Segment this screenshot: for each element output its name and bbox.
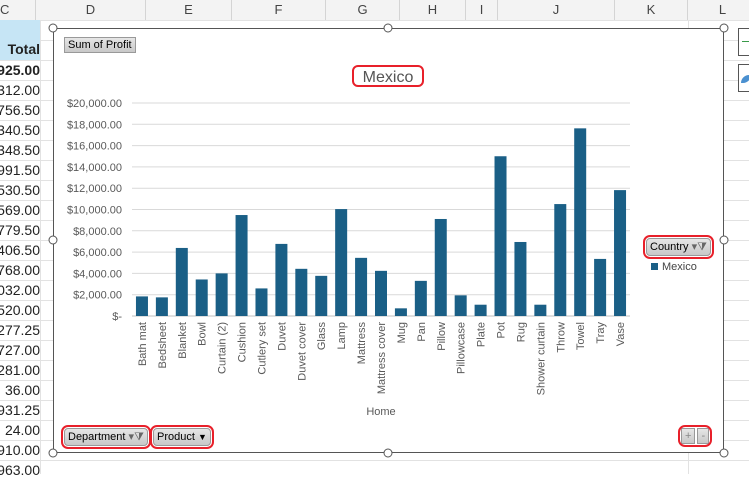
x-tick-label: Curtain (2) <box>217 322 229 374</box>
resize-handle-top-left[interactable] <box>48 23 58 33</box>
zoom-buttons: + - <box>677 425 713 447</box>
y-tick-label: $6,000.00 <box>73 247 122 259</box>
bar-glass[interactable] <box>315 275 328 316</box>
x-tick-label: Tray <box>595 322 607 344</box>
legend-swatch <box>651 263 658 270</box>
resize-handle-left[interactable] <box>48 235 58 245</box>
legend-label: Mexico <box>662 261 697 273</box>
bar-tray[interactable] <box>594 258 607 316</box>
x-tick-label: Mattress <box>356 322 368 365</box>
x-tick-label: Rug <box>515 322 527 342</box>
x-tick-label: Shower curtain <box>535 322 547 395</box>
bar-vase[interactable] <box>614 190 627 316</box>
bar-mattress-cover[interactable] <box>375 270 387 316</box>
bar-plate[interactable] <box>474 304 487 316</box>
y-tick-label: $14,000.00 <box>67 162 122 174</box>
filter-icon: ▾⧩ <box>128 431 144 443</box>
plot-area: $- $2,000.00 $4,000.00 $6,000.00 $8,000.00 $1… <box>67 98 630 418</box>
expand-button[interactable]: + <box>681 428 696 444</box>
resize-handle-top[interactable] <box>383 23 393 33</box>
bar-curtain-2-[interactable] <box>215 273 228 316</box>
department-label: Department <box>68 431 126 443</box>
bar-shower-curtain[interactable] <box>534 304 547 316</box>
x-tick-label: Pillow <box>436 322 448 351</box>
bar-bath-mat[interactable] <box>135 296 148 316</box>
collapse-button[interactable]: - <box>697 428 710 444</box>
x-axis-title: Home <box>366 406 395 418</box>
country-field-button[interactable]: Country ▾⧩ <box>643 235 714 259</box>
bar-towel[interactable] <box>574 128 587 316</box>
x-tick-label: Plate <box>476 322 488 347</box>
x-tick-label: Pan <box>416 322 428 342</box>
bar-bowl[interactable] <box>195 279 208 316</box>
country-label: Country <box>650 241 689 253</box>
x-tick-label: Duvet <box>276 322 288 351</box>
x-tick-label: Mug <box>396 322 408 343</box>
x-tick-label: Glass <box>316 322 328 351</box>
y-tick-label: $- <box>112 311 122 323</box>
dropdown-icon: ▼ <box>197 432 207 442</box>
product-label: Product <box>157 431 195 443</box>
bar-pan[interactable] <box>414 280 427 316</box>
x-tick-label: Mattress cover <box>376 322 388 394</box>
bar-lamp[interactable] <box>335 209 348 316</box>
x-tick-label: Lamp <box>336 322 348 350</box>
bar-cutlery-set[interactable] <box>255 288 268 316</box>
bar-blanket[interactable] <box>175 247 188 316</box>
y-tick-label: $18,000.00 <box>67 119 122 131</box>
y-tick-label: $20,000.00 <box>67 98 122 110</box>
x-tick-label: Bowl <box>197 322 209 346</box>
x-tick-label: Cushion <box>237 322 249 362</box>
y-tick-label: $8,000.00 <box>73 226 122 238</box>
x-tick-label: Pillowcase <box>456 322 468 374</box>
y-tick-label: $12,000.00 <box>67 183 122 195</box>
bar-pillowcase[interactable] <box>454 295 467 316</box>
bar-bedsheet[interactable] <box>155 297 168 316</box>
bar-pillow[interactable] <box>434 218 447 316</box>
bar-pot[interactable] <box>494 156 507 316</box>
bar-duvet[interactable] <box>275 243 288 316</box>
x-tick-label: Duvet cover <box>296 322 308 381</box>
x-tick-label: Bedsheet <box>157 322 169 368</box>
resize-handle-bottom-right[interactable] <box>719 448 729 458</box>
resize-handle-bottom-left[interactable] <box>48 448 58 458</box>
bar-rug[interactable] <box>514 241 527 316</box>
y-tick-label: $4,000.00 <box>73 268 122 280</box>
filter-icon: ▾⧩ <box>691 241 707 253</box>
x-tick-label: Bath mat <box>137 322 149 366</box>
bar-cushion[interactable] <box>235 215 248 316</box>
x-tick-label: Blanket <box>177 322 189 359</box>
y-tick-label: $16,000.00 <box>67 141 122 153</box>
resize-handle-top-right[interactable] <box>719 23 729 33</box>
department-field-button[interactable]: Department ▾⧩ <box>61 425 151 449</box>
x-tick-label: Towel <box>575 322 587 350</box>
resize-handle-bottom[interactable] <box>383 448 393 458</box>
x-tick-label: Pot <box>496 322 508 339</box>
bar-throw[interactable] <box>554 204 567 316</box>
product-field-button[interactable]: Product ▼ <box>150 425 214 449</box>
bar-duvet-cover[interactable] <box>295 268 308 316</box>
y-tick-label: $10,000.00 <box>67 205 122 217</box>
y-tick-label: $2,000.00 <box>73 290 122 302</box>
legend-entry: Mexico <box>651 261 697 273</box>
bar-mug[interactable] <box>394 308 407 316</box>
x-tick-label: Throw <box>555 322 567 353</box>
x-tick-label: Vase <box>615 322 627 346</box>
x-tick-label: Cutlery set <box>256 322 268 375</box>
bar-mattress[interactable] <box>355 257 368 316</box>
resize-handle-right[interactable] <box>719 235 729 245</box>
